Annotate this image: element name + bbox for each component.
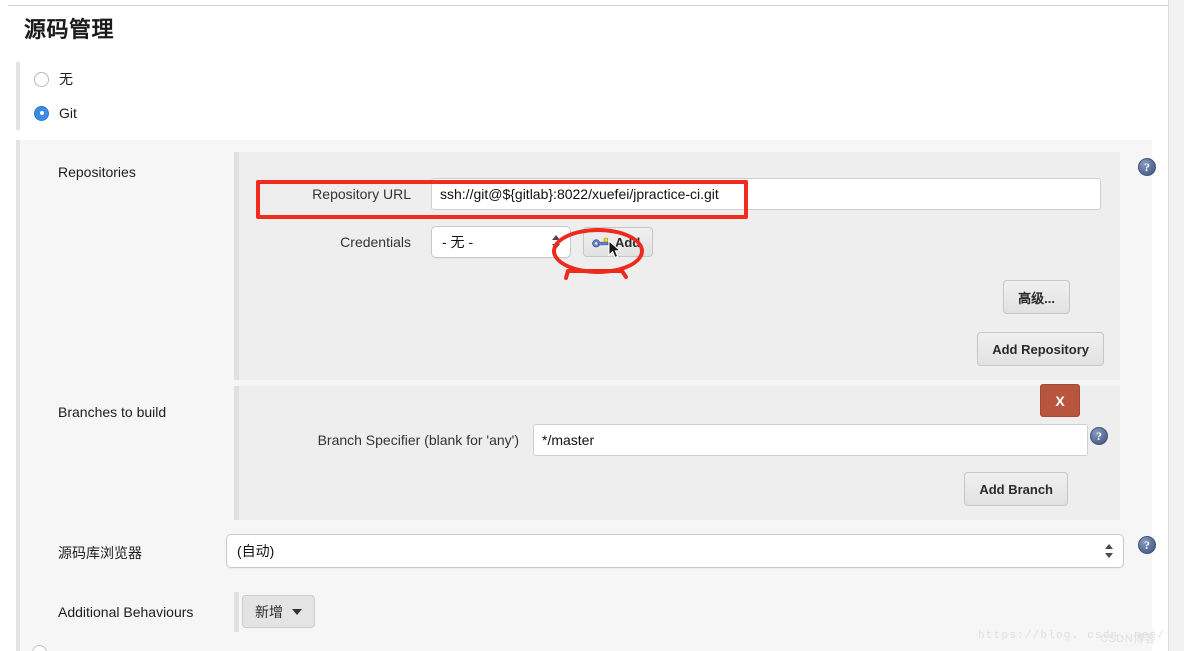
delete-branch-button[interactable]: X bbox=[1040, 384, 1080, 417]
repository-url-label: Repository URL bbox=[312, 186, 411, 202]
branches-panel: X Branch Specifier (blank for 'any') Add… bbox=[234, 384, 1120, 520]
credentials-label: Credentials bbox=[340, 234, 411, 250]
branch-specifier-row: Branch Specifier (blank for 'any') bbox=[281, 424, 1088, 456]
branches-section-label: Branches to build bbox=[58, 404, 167, 420]
add-repository-button[interactable]: Add Repository bbox=[977, 332, 1104, 366]
key-icon bbox=[592, 236, 609, 249]
page-title: 源码管理 bbox=[24, 17, 115, 42]
top-divider bbox=[8, 5, 1168, 6]
watermark-logo: CSDN博客 bbox=[1100, 633, 1157, 645]
radio-none-icon[interactable] bbox=[34, 71, 49, 87]
select-arrows-icon bbox=[552, 233, 561, 251]
branch-specifier-label: Branch Specifier (blank for 'any') bbox=[317, 432, 519, 448]
credentials-row: Credentials - 无 - Add bbox=[281, 226, 654, 258]
radio-none-label: 无 bbox=[59, 71, 73, 87]
radio-git-label: Git bbox=[59, 105, 77, 121]
repository-url-input[interactable] bbox=[431, 178, 1101, 210]
additional-behaviours-label: Additional Behaviours bbox=[58, 604, 194, 620]
repo-browser-help-icon[interactable]: ? bbox=[1138, 536, 1156, 554]
repositories-help-icon[interactable]: ? bbox=[1138, 158, 1156, 176]
branch-specifier-help-icon[interactable]: ? bbox=[1090, 427, 1108, 445]
chevron-down-icon bbox=[292, 608, 302, 615]
additional-behaviours-gutter bbox=[234, 592, 239, 632]
repositories-section-label: Repositories bbox=[58, 164, 136, 180]
repository-url-row: Repository URL bbox=[281, 178, 1101, 210]
add-behaviour-label: 新增 bbox=[255, 603, 283, 620]
add-behaviour-button[interactable]: 新增 bbox=[242, 595, 315, 628]
add-credentials-label: Add bbox=[615, 234, 641, 250]
credentials-select[interactable]: - 无 - bbox=[431, 226, 571, 258]
radio-git-icon[interactable] bbox=[34, 105, 49, 121]
add-branch-button[interactable]: Add Branch bbox=[964, 472, 1068, 506]
select-arrows-icon bbox=[1105, 542, 1114, 560]
branch-specifier-input[interactable] bbox=[533, 424, 1088, 456]
repo-browser-label: 源码库浏览器 bbox=[58, 545, 142, 561]
add-credentials-button[interactable]: Add bbox=[583, 227, 654, 257]
git-settings-body: Repositories Repository URL Credentials … bbox=[16, 140, 1156, 651]
scm-radio-group: 无 Git bbox=[16, 62, 256, 130]
page-right-edge bbox=[1168, 0, 1184, 651]
repo-browser-selected-value: (自动) bbox=[237, 543, 275, 559]
repo-browser-select[interactable]: (自动) bbox=[226, 534, 1124, 568]
scm-radio-option-git[interactable]: Git bbox=[34, 96, 256, 130]
credentials-selected-value: - 无 - bbox=[442, 234, 474, 250]
scm-radio-option-none[interactable]: 无 bbox=[34, 62, 256, 96]
scm-config-page: 源码管理 无 Git Repositories Repository URL C… bbox=[0, 0, 1184, 651]
repositories-panel: Repository URL Credentials - 无 - bbox=[234, 152, 1120, 380]
advanced-button[interactable]: 高级... bbox=[1003, 280, 1070, 314]
